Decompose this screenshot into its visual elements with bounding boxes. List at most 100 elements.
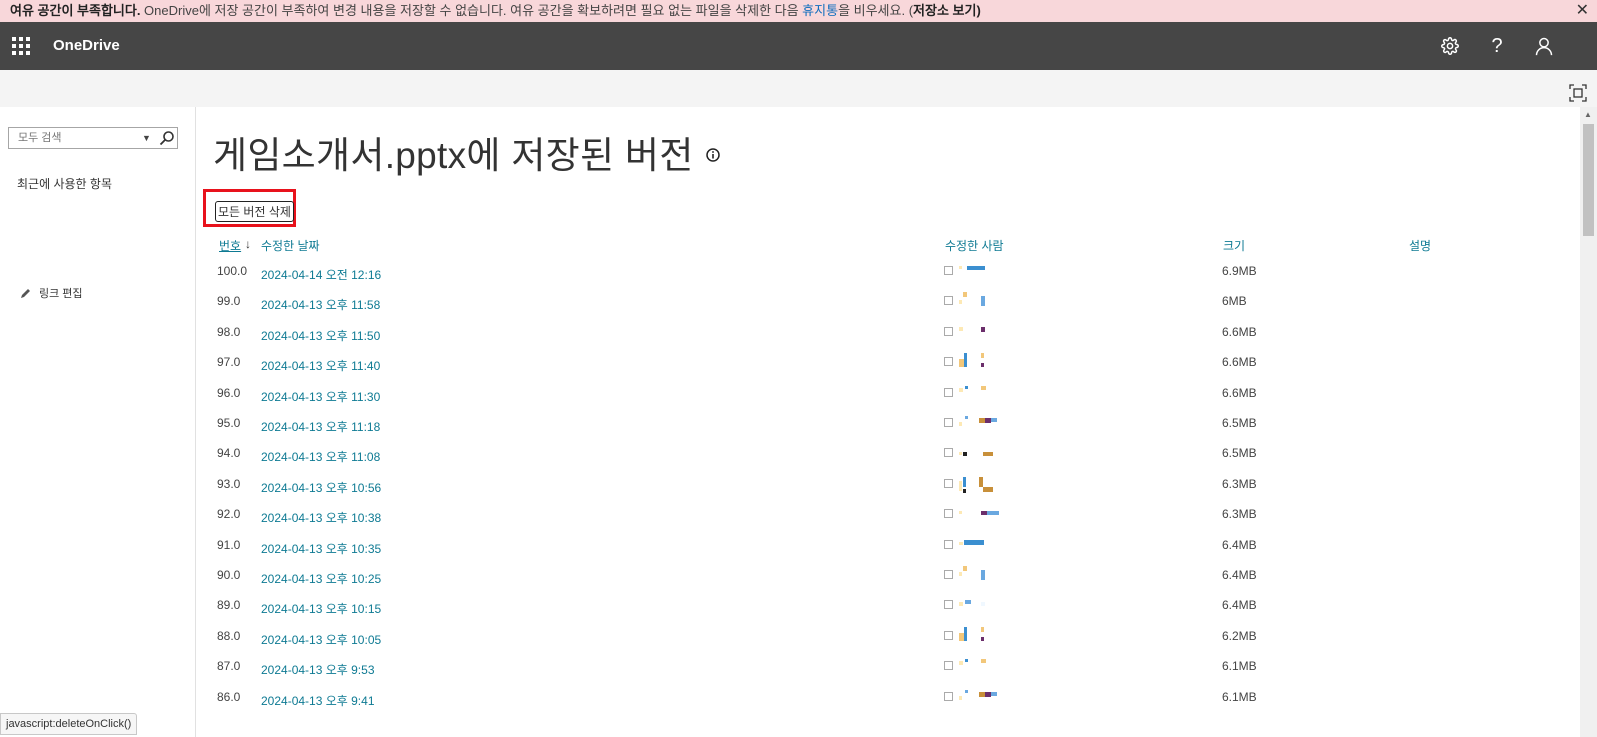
presence-checkbox[interactable] xyxy=(944,326,953,336)
account-icon[interactable] xyxy=(1520,22,1568,70)
focus-mode-icon[interactable] xyxy=(1569,84,1587,102)
user-avatar-image[interactable] xyxy=(959,258,1009,282)
version-size: 6.4MB xyxy=(1222,537,1257,552)
version-date-link[interactable]: 2024-04-13 오후 10:38 xyxy=(261,509,381,526)
user-avatar-image[interactable] xyxy=(959,410,1009,434)
presence-checkbox[interactable] xyxy=(944,691,953,701)
version-size: 6.4MB xyxy=(1222,598,1257,613)
column-header-modified[interactable]: 수정한 날짜 xyxy=(261,237,320,254)
version-row: 89.0 2024-04-13 오후 10:15 6.4MB xyxy=(196,598,1582,628)
presence-checkbox[interactable] xyxy=(944,357,953,367)
column-header-size[interactable]: 크기 xyxy=(1223,237,1245,254)
user-avatar-image[interactable] xyxy=(959,349,1009,373)
version-date-link[interactable]: 2024-04-13 오후 11:08 xyxy=(261,448,380,465)
presence-checkbox[interactable] xyxy=(944,600,953,610)
user-avatar-image[interactable] xyxy=(959,623,1009,647)
user-avatar-image[interactable] xyxy=(959,653,1009,677)
user-avatar-image[interactable] xyxy=(959,592,1009,616)
presence-checkbox[interactable] xyxy=(944,266,953,275)
version-date-link[interactable]: 2024-04-13 오후 10:05 xyxy=(261,631,381,648)
column-header-modified-by[interactable]: 수정한 사람 xyxy=(945,237,1004,254)
scroll-up-arrow-icon[interactable]: ▲ xyxy=(1584,110,1592,119)
presence-checkbox[interactable] xyxy=(944,509,953,519)
version-number: 86.0 xyxy=(217,689,241,704)
settings-gear-icon[interactable] xyxy=(1426,22,1474,70)
presence-checkbox[interactable] xyxy=(944,418,953,427)
user-avatar-image[interactable] xyxy=(959,471,1009,495)
presence-checkbox[interactable] xyxy=(944,478,953,488)
presence-checkbox[interactable] xyxy=(944,448,953,458)
view-storage-link[interactable]: 저장소 보기 xyxy=(913,3,976,18)
user-avatar-image[interactable] xyxy=(959,532,1009,556)
user-avatar-image[interactable] xyxy=(959,562,1009,586)
main-content: 게임소개서.pptx에 저장된 버전 모든 버전 삭제 번호 ↓ 수정한 날짜 … xyxy=(196,107,1582,737)
version-size: 6.3MB xyxy=(1222,507,1257,522)
edit-links-button[interactable]: 링크 편집 xyxy=(39,285,83,301)
version-date-link[interactable]: 2024-04-13 오후 11:50 xyxy=(261,327,380,344)
version-date-link[interactable]: 2024-04-13 오후 11:30 xyxy=(261,388,380,405)
onedrive-brand[interactable]: OneDrive xyxy=(53,22,120,70)
version-date-link[interactable]: 2024-04-13 오후 11:18 xyxy=(261,418,380,435)
version-row: 94.0 2024-04-13 오후 11:08 6.5MB xyxy=(196,446,1582,476)
help-icon[interactable]: ? xyxy=(1473,22,1521,70)
version-date-link[interactable]: 2024-04-13 오후 10:56 xyxy=(261,479,381,496)
app-launcher-icon[interactable] xyxy=(12,37,30,55)
search-scope-dropdown-icon[interactable]: ▼ xyxy=(142,128,156,148)
user-avatar-image[interactable] xyxy=(959,501,1009,525)
banner-bold-text: 여유 공간이 부족합니다. xyxy=(10,3,141,18)
nav-recent-link[interactable]: 최근에 사용한 항목 xyxy=(17,175,112,192)
version-size: 6.4MB xyxy=(1222,568,1257,582)
close-icon[interactable]: ✕ xyxy=(1576,0,1589,22)
user-avatar-image[interactable] xyxy=(959,319,1009,343)
version-row: 100.0 2024-04-14 오전 12:16 6.9MB xyxy=(196,264,1582,294)
vertical-scrollbar[interactable]: ▲ xyxy=(1580,107,1597,737)
page-title: 게임소개서.pptx에 저장된 버전 xyxy=(213,135,694,176)
version-number: 95.0 xyxy=(217,416,241,430)
banner-message-part2: 을 비우세요. ( xyxy=(838,3,914,18)
version-date-link[interactable]: 2024-04-13 오후 10:15 xyxy=(261,600,381,617)
search-input[interactable] xyxy=(9,128,143,148)
version-date-link[interactable]: 2024-04-13 오후 9:53 xyxy=(261,661,375,678)
scrollbar-thumb[interactable] xyxy=(1583,124,1594,236)
delete-all-versions-button[interactable]: 모든 버전 삭제 xyxy=(215,201,294,222)
user-avatar-image[interactable] xyxy=(959,440,1009,464)
presence-checkbox[interactable] xyxy=(944,539,953,549)
version-number: 92.0 xyxy=(217,507,241,522)
version-date-link[interactable]: 2024-04-13 오후 11:58 xyxy=(261,296,380,313)
version-number: 93.0 xyxy=(217,476,241,491)
presence-checkbox[interactable] xyxy=(944,296,953,306)
version-row: 96.0 2024-04-13 오후 11:30 6.6MB xyxy=(196,385,1582,416)
version-number: 90.0 xyxy=(217,568,241,582)
version-row: 90.0 2024-04-13 오후 10:25 6.4MB xyxy=(196,566,1582,598)
presence-checkbox[interactable] xyxy=(944,630,953,640)
version-size: 6.9MB xyxy=(1222,264,1257,278)
version-row: 88.0 2024-04-13 오후 10:05 6.2MB xyxy=(196,626,1582,659)
search-box: ▼ xyxy=(8,127,178,149)
version-date-link[interactable]: 2024-04-14 오전 12:16 xyxy=(261,266,381,283)
version-date-link[interactable]: 2024-04-13 오후 10:35 xyxy=(261,540,381,557)
presence-checkbox[interactable] xyxy=(944,570,953,579)
version-date-link[interactable]: 2024-04-13 오후 11:40 xyxy=(261,357,380,374)
version-row: 97.0 2024-04-13 오후 11:40 6.6MB xyxy=(196,353,1582,385)
version-date-link[interactable]: 2024-04-13 오후 9:41 xyxy=(261,692,375,709)
version-size: 6.5MB xyxy=(1222,416,1257,430)
pencil-icon xyxy=(20,286,32,298)
recycle-bin-link[interactable]: 휴지통 xyxy=(802,3,838,18)
version-number: 88.0 xyxy=(217,628,241,643)
user-avatar-image[interactable] xyxy=(959,288,1009,312)
info-icon[interactable] xyxy=(705,147,721,163)
user-avatar-image[interactable] xyxy=(959,684,1009,708)
version-number: 98.0 xyxy=(217,324,241,339)
left-navigation xyxy=(0,107,196,737)
search-icon[interactable] xyxy=(159,130,175,146)
column-header-comments[interactable]: 설명 xyxy=(1409,237,1431,254)
presence-checkbox[interactable] xyxy=(944,661,953,671)
version-size: 6.5MB xyxy=(1222,446,1257,461)
column-header-number[interactable]: 번호 xyxy=(219,237,241,254)
presence-checkbox[interactable] xyxy=(944,387,953,397)
version-date-link[interactable]: 2024-04-13 오후 10:25 xyxy=(261,570,381,587)
storage-warning-banner: 여유 공간이 부족합니다. OneDrive에 저장 공간이 부족하여 변경 내… xyxy=(0,0,1597,22)
user-avatar-image[interactable] xyxy=(959,380,1009,404)
version-row: 99.0 2024-04-13 오후 11:58 6MB xyxy=(196,292,1582,324)
version-row: 91.0 2024-04-13 오후 10:35 6.4MB xyxy=(196,538,1582,568)
